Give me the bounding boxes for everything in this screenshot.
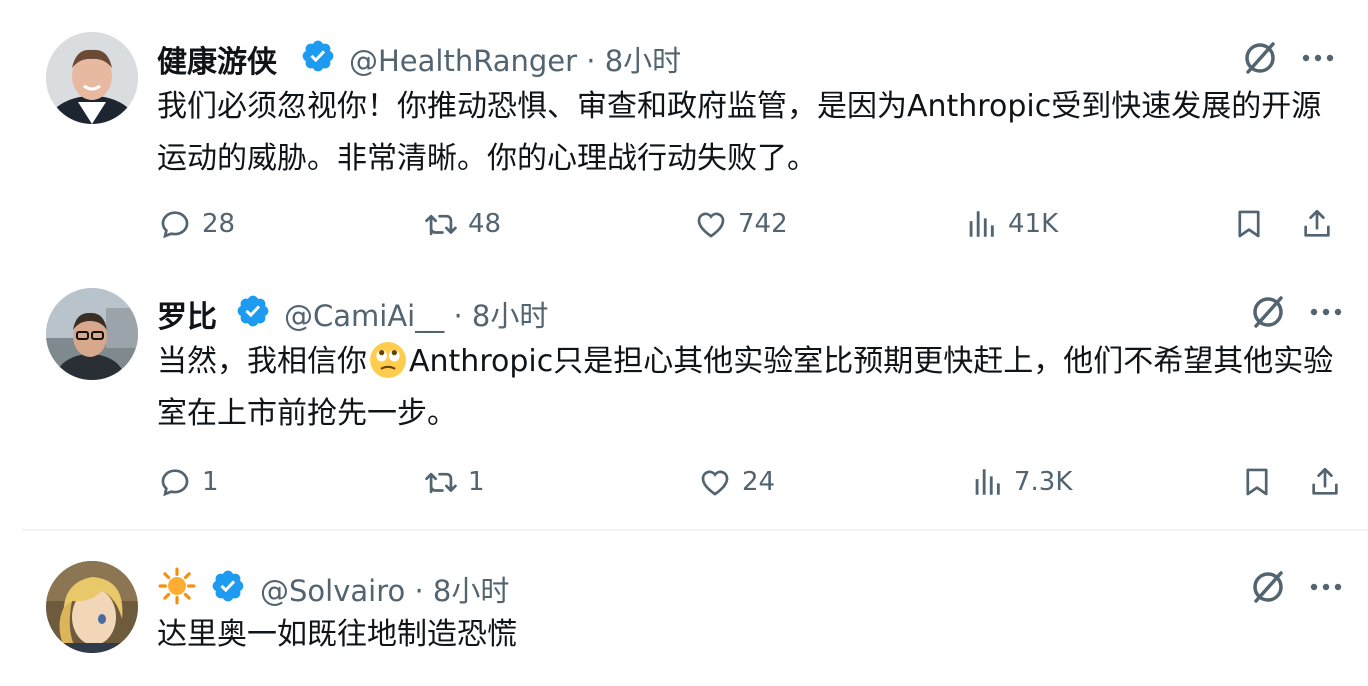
retweet-button[interactable]: 1 [424, 457, 485, 507]
handle-and-time[interactable]: @Solvairo · 8小时 [260, 568, 509, 610]
avatar[interactable] [46, 32, 138, 124]
more-options-icon[interactable] [1306, 567, 1346, 607]
heart-icon [697, 212, 725, 238]
sun-emoji-icon[interactable] [158, 567, 196, 605]
retweet-count: 48 [468, 209, 502, 239]
display-name[interactable]: 健康游侠 [157, 37, 277, 81]
bookmark-button[interactable] [1240, 457, 1274, 507]
like-button[interactable]: 24 [698, 457, 775, 507]
tweet-2[interactable]: 罗比 @CamiAi__ · 8小时 当然，我相信你 Anthropic只是担心… [0, 270, 1368, 528]
views-icon [969, 211, 994, 237]
handle[interactable]: @Solvairo [260, 574, 405, 608]
verified-badge-icon [212, 570, 244, 602]
view-count: 41K [1008, 209, 1059, 239]
more-options-icon[interactable] [1306, 292, 1346, 332]
tweet-text: 当然，我相信你 Anthropic只是担心其他实验室比预期更快赶上，他们不希望其… [157, 336, 1347, 440]
grok-icon[interactable] [1240, 38, 1280, 78]
avatar[interactable] [46, 561, 138, 653]
views-button[interactable]: 41K [964, 199, 1058, 249]
action-bar: 1 1 24 7.3K [0, 457, 1368, 507]
action-bar: 28 48 742 41K [0, 199, 1368, 249]
verified-badge-icon [237, 295, 269, 327]
handle-and-time[interactable]: @HealthRanger · 8小时 [349, 38, 681, 80]
share-button[interactable] [1300, 199, 1334, 249]
like-count: 742 [738, 209, 788, 239]
grok-icon[interactable] [1248, 292, 1288, 332]
display-name[interactable]: 罗比 [157, 292, 217, 336]
reply-icon [161, 469, 189, 497]
tweet-3[interactable]: @Solvairo · 8小时 达里奥一如既往地制造恐慌 [0, 531, 1368, 686]
reply-count: 28 [202, 209, 236, 239]
face-with-rolling-eyes-icon [370, 342, 406, 378]
tweet-text-part-1: 当然，我相信你 [157, 344, 367, 379]
timestamp[interactable]: · 8小时 [586, 44, 681, 78]
share-icon [1312, 467, 1338, 495]
tweet-text: 达里奥一如既往地制造恐慌 [157, 617, 517, 652]
retweet-button[interactable]: 48 [424, 199, 501, 249]
like-button[interactable]: 742 [694, 199, 788, 249]
timestamp[interactable]: · 8小时 [414, 574, 509, 608]
view-count: 7.3K [1014, 467, 1073, 497]
reply-icon [161, 211, 189, 239]
timestamp[interactable]: · 8小时 [453, 299, 548, 333]
handle[interactable]: @HealthRanger [349, 44, 577, 78]
reply-button[interactable]: 1 [158, 457, 219, 507]
grok-icon[interactable] [1248, 567, 1288, 607]
tweet-1[interactable]: 健康游侠 @HealthRanger · 8小时 我们必须忽视你！你推动恐惧、审… [0, 0, 1368, 270]
handle-and-time[interactable]: @CamiAi__ · 8小时 [284, 293, 548, 335]
more-options-icon[interactable] [1298, 38, 1338, 78]
retweet-icon [425, 214, 457, 236]
retweet-count: 1 [468, 467, 485, 497]
share-icon [1304, 209, 1330, 237]
bookmark-button[interactable] [1232, 199, 1266, 249]
retweet-icon [425, 472, 457, 494]
bookmark-icon [1246, 468, 1268, 496]
bookmark-icon [1238, 210, 1260, 238]
verified-badge-icon [302, 40, 334, 72]
reply-button[interactable]: 28 [158, 199, 235, 249]
share-button[interactable] [1308, 457, 1342, 507]
handle[interactable]: @CamiAi__ [284, 299, 444, 333]
views-icon [975, 469, 1000, 495]
like-count: 24 [742, 467, 776, 497]
reply-count: 1 [202, 467, 219, 497]
heart-icon [701, 470, 729, 496]
tweet-text: 我们必须忽视你！你推动恐惧、审查和政府监管，是因为Anthropic受到快速发展… [157, 89, 1322, 176]
avatar[interactable] [46, 288, 138, 380]
views-button[interactable]: 7.3K [970, 457, 1072, 507]
